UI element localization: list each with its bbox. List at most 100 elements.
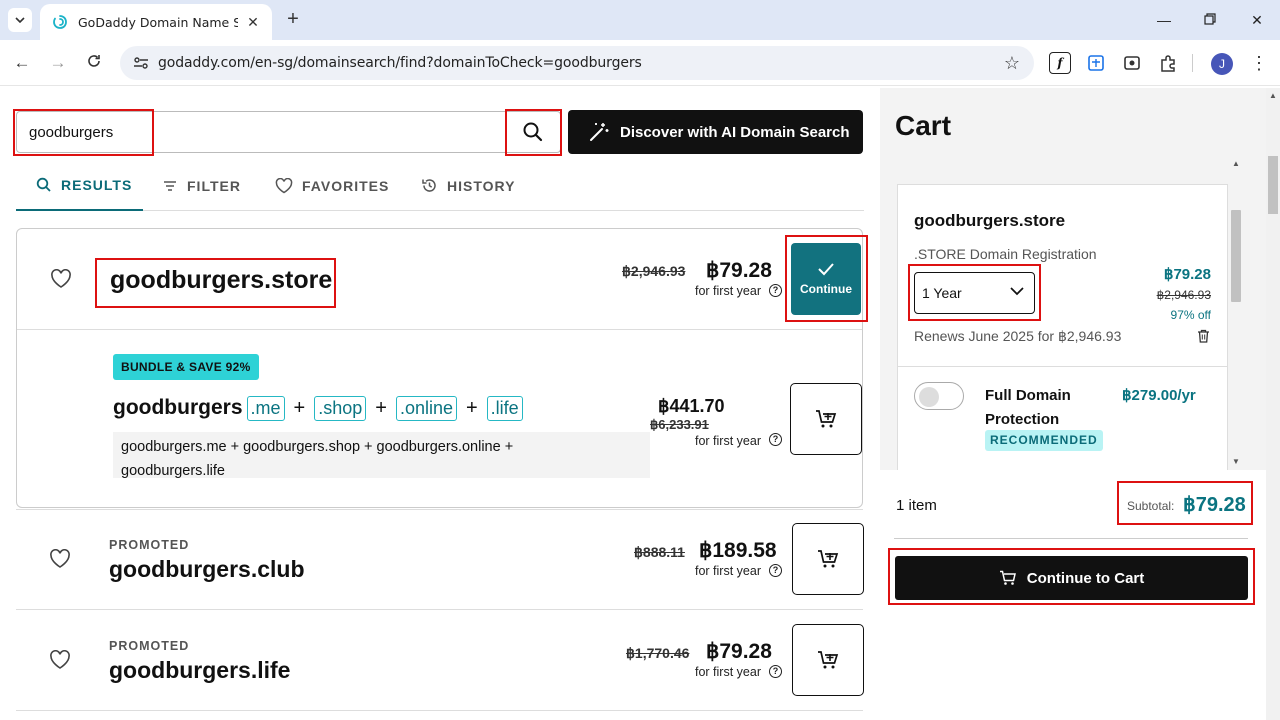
help-icon[interactable]: ?	[769, 564, 782, 577]
term-select-value: 1 Year	[922, 285, 962, 301]
subtotal-value: ฿79.28	[1183, 494, 1246, 516]
help-icon[interactable]: ?	[769, 284, 782, 297]
tab-filter[interactable]: FILTER	[162, 160, 241, 211]
plus-sign: +	[375, 396, 387, 419]
scroll-up-arrow-icon[interactable]: ▲	[1231, 160, 1241, 168]
continue-to-cart-button[interactable]: Continue to Cart	[895, 556, 1248, 600]
browser-tab[interactable]: GoDaddy Domain Name Search ✕	[40, 4, 272, 40]
tab-history-label: HISTORY	[447, 177, 516, 194]
search-button[interactable]	[507, 112, 559, 152]
browser-toolbar: ← → godaddy.com/en-sg/domainsearch/find?…	[0, 40, 1280, 86]
cart-item-type: .STORE Domain Registration	[914, 246, 1097, 262]
cart-item-discount: 97% off	[1170, 308, 1211, 322]
close-window-icon[interactable]: ✕	[1245, 8, 1269, 32]
translate-extension-icon[interactable]	[1085, 52, 1107, 74]
tab-history[interactable]: HISTORY	[421, 160, 515, 211]
recommended-badge: RECOMMENDED	[985, 430, 1103, 451]
tab-results-label: RESULTS	[61, 176, 133, 193]
bundle-list-line: goodburgers.life	[121, 463, 225, 479]
more-menu-icon[interactable]: ⋮	[1250, 52, 1268, 74]
back-icon[interactable]: ←	[10, 51, 34, 75]
card-divider	[17, 329, 862, 330]
result-price: ฿79.28	[706, 640, 772, 663]
favorite-heart-icon[interactable]	[49, 549, 71, 569]
tab-favorites[interactable]: FAVORITES	[275, 160, 389, 211]
add-bundle-to-cart-button[interactable]	[790, 383, 862, 455]
bundle-tld: .life	[486, 395, 523, 421]
add-to-cart-button[interactable]	[792, 624, 864, 696]
domain-protection-label: Full Domain Protection	[985, 387, 1071, 428]
tab-search-button[interactable]	[8, 8, 32, 32]
bundle-tld: .shop	[314, 395, 367, 421]
result-term: for first year	[695, 564, 761, 578]
scroll-down-arrow-icon[interactable]: ▼	[1231, 458, 1241, 466]
bundle-price: ฿441.70	[658, 396, 725, 416]
domain-protection-toggle[interactable]	[914, 382, 964, 410]
profile-avatar[interactable]: J	[1211, 53, 1233, 75]
plus-sign: +	[293, 396, 306, 419]
bundle-tld-row: goodburgers .me + .shop + .online + .lif…	[113, 393, 523, 423]
exact-match-old-price: ฿2,946.93	[622, 263, 686, 279]
cart-item-renewal: Renews June 2025 for ฿2,946.93	[914, 328, 1122, 344]
toggle-knob	[919, 387, 939, 407]
scroll-up-arrow-icon[interactable]: ▲	[1268, 92, 1278, 100]
site-settings-icon[interactable]	[132, 54, 150, 72]
bookmark-star-icon[interactable]: ☆	[1004, 53, 1020, 74]
subtotal-label: Subtotal:	[1127, 499, 1175, 513]
favorite-heart-icon[interactable]	[50, 269, 72, 289]
cart-divider	[898, 366, 1227, 367]
add-to-cart-icon	[816, 410, 837, 428]
reload-icon[interactable]	[82, 51, 106, 75]
extensions-icon[interactable]	[1157, 52, 1179, 74]
domain-protection-price: ฿279.00/yr	[1122, 387, 1196, 404]
page-scrollbar-thumb[interactable]	[1268, 156, 1278, 214]
continue-to-cart-label: Continue to Cart	[1026, 569, 1145, 587]
bundle-badge: BUNDLE & SAVE 92%	[113, 354, 259, 380]
favorite-heart-icon[interactable]	[49, 650, 71, 670]
promoted-tag: PROMOTED	[109, 538, 190, 552]
heart-icon	[275, 177, 293, 193]
search-icon	[523, 122, 543, 142]
cart-item-name: goodburgers.store	[914, 211, 1066, 230]
tab-favorites-label: FAVORITES	[302, 177, 390, 194]
filter-icon	[164, 180, 176, 191]
add-to-cart-button[interactable]	[792, 523, 864, 595]
formula-extension-icon[interactable]: f	[1049, 52, 1071, 74]
cart-item-old-price: ฿2,946.93	[1156, 288, 1211, 302]
help-icon[interactable]: ?	[769, 433, 782, 446]
cart-item-price: ฿79.28	[1163, 266, 1211, 283]
help-icon[interactable]: ?	[769, 665, 782, 678]
browser-tab-strip: GoDaddy Domain Name Search ✕ + — ✕	[0, 0, 1280, 40]
row-divider	[16, 710, 863, 711]
trash-icon[interactable]	[1197, 329, 1210, 343]
result-domain: goodburgers.life	[109, 657, 291, 683]
term-select[interactable]: 1 Year	[914, 272, 1035, 314]
puzzle-board-extension-icon[interactable]	[1121, 52, 1143, 74]
search-icon	[36, 177, 51, 192]
cart-scrollbar-thumb[interactable]	[1231, 210, 1241, 302]
restore-icon[interactable]	[1198, 8, 1222, 32]
minimize-icon[interactable]: —	[1152, 8, 1176, 32]
result-price: ฿189.58	[699, 539, 777, 562]
close-tab-icon[interactable]: ✕	[244, 13, 262, 31]
new-tab-icon[interactable]: +	[282, 8, 304, 30]
bundle-list-line: goodburgers.me + goodburgers.shop + good…	[121, 439, 514, 455]
toolbar-separator	[1192, 54, 1193, 72]
cart-scrollbar[interactable]	[1229, 156, 1243, 470]
row-divider	[16, 509, 863, 510]
result-term: for first year	[695, 665, 761, 679]
bundle-tld: .online	[395, 395, 457, 421]
tab-results[interactable]: RESULTS	[16, 160, 143, 211]
address-bar[interactable]: godaddy.com/en-sg/domainsearch/find?doma…	[120, 46, 1034, 80]
result-domain: goodburgers.club	[109, 556, 305, 582]
bundle-tld: .me	[246, 395, 285, 421]
tab-filter-label: FILTER	[187, 177, 241, 194]
add-to-cart-icon	[818, 550, 839, 568]
continue-button[interactable]: Continue	[791, 243, 861, 315]
bundle-base-name: goodburgers	[113, 396, 243, 419]
ai-domain-search-button[interactable]: Discover with AI Domain Search	[568, 110, 863, 154]
result-old-price: ฿1,770.46	[626, 645, 690, 661]
plus-sign: +	[465, 396, 478, 419]
forward-icon[interactable]: →	[46, 51, 70, 75]
result-tabs: RESULTS FILTER FAVORITES HISTORY	[16, 160, 864, 211]
